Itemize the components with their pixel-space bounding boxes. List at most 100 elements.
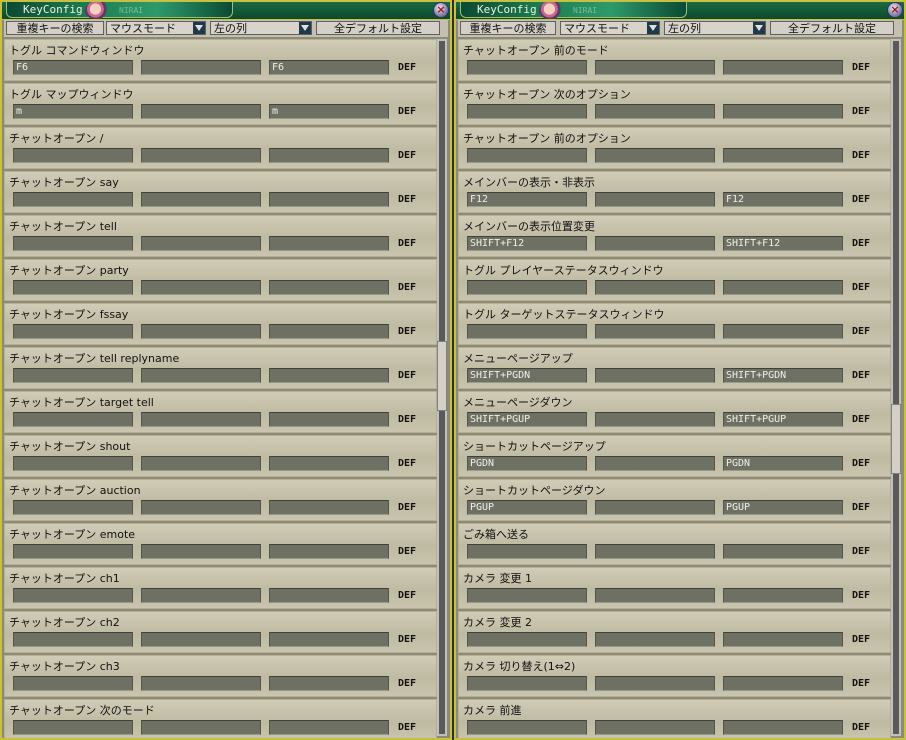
mode-select[interactable]: マウスモード bbox=[106, 21, 206, 35]
key-field-1[interactable]: m bbox=[13, 104, 133, 119]
key-field-3[interactable]: PGUP bbox=[723, 500, 843, 515]
scrollbar[interactable] bbox=[437, 39, 447, 736]
key-field-3[interactable]: SHIFT+F12 bbox=[723, 236, 843, 251]
key-field-2[interactable] bbox=[141, 148, 261, 163]
key-field-3[interactable]: PGDN bbox=[723, 456, 843, 471]
key-field-2[interactable] bbox=[141, 236, 261, 251]
all-default-button[interactable]: 全デフォルト設定 bbox=[316, 21, 440, 35]
default-button[interactable]: DEF bbox=[852, 678, 870, 689]
scroll-thumb[interactable] bbox=[891, 404, 901, 474]
key-field-3[interactable] bbox=[723, 148, 843, 163]
key-field-2[interactable] bbox=[141, 324, 261, 339]
default-button[interactable]: DEF bbox=[852, 238, 870, 249]
key-field-2[interactable] bbox=[141, 720, 261, 735]
key-field-3[interactable]: SHIFT+PGUP bbox=[723, 412, 843, 427]
key-field-1[interactable] bbox=[13, 148, 133, 163]
key-field-3[interactable] bbox=[723, 280, 843, 295]
key-field-3[interactable] bbox=[269, 544, 389, 559]
close-icon[interactable]: × bbox=[433, 2, 449, 18]
key-field-2[interactable] bbox=[595, 720, 715, 735]
key-field-1[interactable] bbox=[467, 280, 587, 295]
key-field-1[interactable] bbox=[13, 676, 133, 691]
default-button[interactable]: DEF bbox=[852, 414, 870, 425]
key-field-1[interactable]: PGDN bbox=[467, 456, 587, 471]
key-field-2[interactable] bbox=[141, 280, 261, 295]
key-field-1[interactable] bbox=[13, 500, 133, 515]
key-field-1[interactable] bbox=[13, 192, 133, 207]
key-field-3[interactable]: F12 bbox=[723, 192, 843, 207]
key-field-1[interactable]: SHIFT+PGUP bbox=[467, 412, 587, 427]
key-field-2[interactable] bbox=[595, 676, 715, 691]
chevron-down-icon[interactable] bbox=[753, 22, 765, 34]
default-button[interactable]: DEF bbox=[398, 326, 416, 337]
key-field-2[interactable] bbox=[595, 60, 715, 75]
default-button[interactable]: DEF bbox=[398, 194, 416, 205]
title-bar[interactable]: KeyConfig NIRAI × bbox=[2, 2, 450, 20]
key-field-1[interactable] bbox=[467, 676, 587, 691]
key-field-1[interactable] bbox=[467, 60, 587, 75]
default-button[interactable]: DEF bbox=[398, 282, 416, 293]
scroll-thumb[interactable] bbox=[437, 341, 447, 411]
key-field-3[interactable] bbox=[269, 588, 389, 603]
key-field-1[interactable] bbox=[13, 544, 133, 559]
default-button[interactable]: DEF bbox=[398, 414, 416, 425]
key-field-3[interactable] bbox=[269, 632, 389, 647]
default-button[interactable]: DEF bbox=[852, 458, 870, 469]
close-icon[interactable]: × bbox=[887, 2, 903, 18]
key-field-3[interactable] bbox=[723, 324, 843, 339]
key-field-1[interactable] bbox=[13, 588, 133, 603]
key-field-3[interactable] bbox=[269, 236, 389, 251]
key-field-1[interactable] bbox=[13, 236, 133, 251]
key-field-1[interactable] bbox=[13, 412, 133, 427]
all-default-button[interactable]: 全デフォルト設定 bbox=[770, 21, 894, 35]
key-field-2[interactable] bbox=[595, 280, 715, 295]
key-field-2[interactable] bbox=[141, 192, 261, 207]
key-field-2[interactable] bbox=[141, 456, 261, 471]
key-field-2[interactable] bbox=[141, 104, 261, 119]
key-field-3[interactable] bbox=[269, 412, 389, 427]
default-button[interactable]: DEF bbox=[852, 282, 870, 293]
key-field-1[interactable]: F6 bbox=[13, 60, 133, 75]
key-field-2[interactable] bbox=[595, 148, 715, 163]
key-field-3[interactable] bbox=[269, 676, 389, 691]
key-field-2[interactable] bbox=[141, 60, 261, 75]
default-button[interactable]: DEF bbox=[398, 106, 416, 117]
key-field-2[interactable] bbox=[595, 236, 715, 251]
key-field-2[interactable] bbox=[595, 324, 715, 339]
key-field-3[interactable] bbox=[269, 324, 389, 339]
default-button[interactable]: DEF bbox=[398, 150, 416, 161]
key-field-3[interactable] bbox=[269, 500, 389, 515]
default-button[interactable]: DEF bbox=[852, 722, 870, 733]
scroll-track[interactable] bbox=[893, 41, 899, 734]
default-button[interactable]: DEF bbox=[852, 150, 870, 161]
key-field-2[interactable] bbox=[595, 632, 715, 647]
key-field-1[interactable] bbox=[13, 280, 133, 295]
default-button[interactable]: DEF bbox=[852, 370, 870, 381]
default-button[interactable]: DEF bbox=[398, 634, 416, 645]
default-button[interactable]: DEF bbox=[852, 502, 870, 513]
title-bar[interactable]: KeyConfig NIRAI × bbox=[456, 2, 904, 20]
key-field-3[interactable]: m bbox=[269, 104, 389, 119]
key-field-1[interactable] bbox=[13, 456, 133, 471]
key-field-1[interactable] bbox=[467, 632, 587, 647]
chevron-down-icon[interactable] bbox=[193, 22, 205, 34]
default-button[interactable]: DEF bbox=[852, 590, 870, 601]
key-field-2[interactable] bbox=[595, 588, 715, 603]
key-field-1[interactable]: PGUP bbox=[467, 500, 587, 515]
key-field-1[interactable]: F12 bbox=[467, 192, 587, 207]
column-select[interactable]: 左の列 bbox=[210, 21, 312, 35]
key-field-2[interactable] bbox=[595, 500, 715, 515]
key-field-2[interactable] bbox=[141, 676, 261, 691]
key-field-3[interactable] bbox=[269, 148, 389, 163]
key-field-2[interactable] bbox=[141, 544, 261, 559]
key-field-3[interactable] bbox=[723, 60, 843, 75]
default-button[interactable]: DEF bbox=[852, 326, 870, 337]
key-field-2[interactable] bbox=[141, 368, 261, 383]
chevron-down-icon[interactable] bbox=[299, 22, 311, 34]
key-field-1[interactable]: SHIFT+F12 bbox=[467, 236, 587, 251]
key-field-1[interactable] bbox=[467, 544, 587, 559]
duplicate-search-button[interactable]: 重複キーの検索 bbox=[6, 21, 104, 35]
key-field-2[interactable] bbox=[595, 368, 715, 383]
key-field-3[interactable] bbox=[723, 104, 843, 119]
key-field-3[interactable]: SHIFT+PGDN bbox=[723, 368, 843, 383]
